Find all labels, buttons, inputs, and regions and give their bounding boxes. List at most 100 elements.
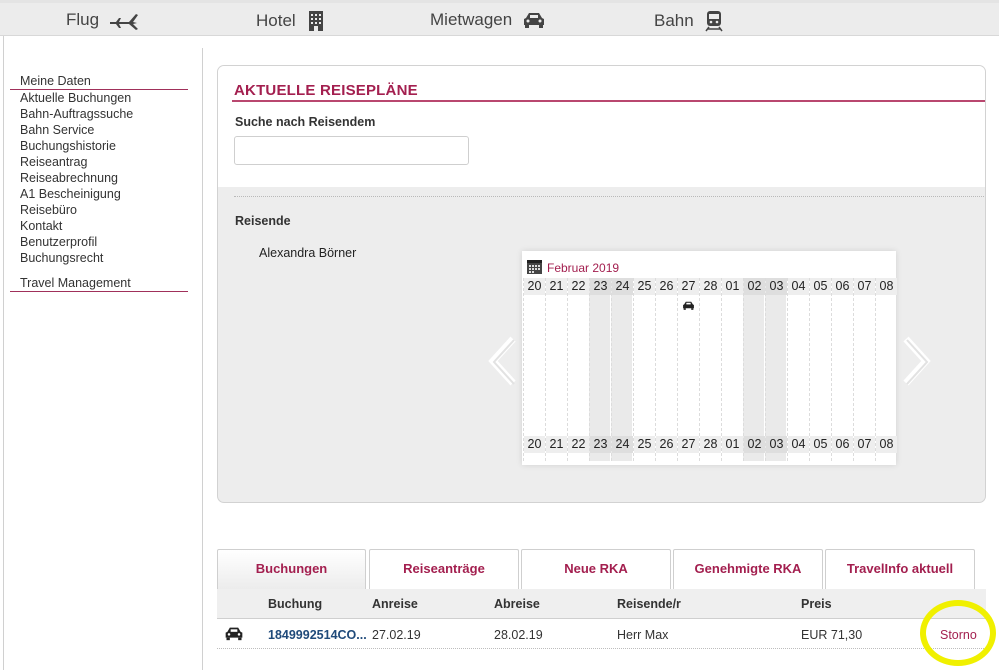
calendar-day-label: 24 (612, 278, 633, 295)
nav-flug-label: Flug (66, 10, 100, 29)
calendar-day-column[interactable]: 24 24 (611, 278, 633, 461)
calendar-day-column[interactable]: 27 27 (677, 278, 699, 461)
calendar-day-label: 22 (568, 436, 589, 453)
calendar-day-label: 07 (854, 436, 875, 453)
calendar-day-label: 25 (634, 436, 655, 453)
calendar-day-label: 07 (854, 278, 875, 295)
car-icon[interactable] (682, 298, 695, 316)
nav-mietwagen[interactable]: Mietwagen (430, 10, 546, 30)
frame-line-sidebar (202, 48, 203, 670)
calendar-day-label: 21 (546, 278, 567, 295)
sidebar-item-reiseabrechnung[interactable]: Reiseabrechnung (10, 170, 188, 186)
calendar-day-column[interactable]: 01 01 (721, 278, 743, 461)
train-icon (704, 10, 724, 32)
table-row[interactable]: 1849992514CO... 27.02.19 28.02.19 Herr M… (217, 620, 986, 649)
column-header-abreise[interactable]: Abreise (494, 597, 540, 611)
column-header-buchung[interactable]: Buchung (268, 597, 322, 611)
calendar-day-column[interactable]: 23 23 (589, 278, 611, 461)
calendar-day-label: 05 (810, 278, 831, 295)
trip-calendar: Februar 2019 20 20 21 21 22 22 23 23 24 24 25 25 26 2… (522, 251, 897, 465)
column-header-preis[interactable]: Preis (801, 597, 832, 611)
calendar-day-label: 24 (612, 436, 633, 453)
calendar-day-label: 20 (524, 278, 545, 295)
tab-buchungen[interactable]: Buchungen (217, 549, 366, 589)
column-header-reisende[interactable]: Reisende/r (617, 597, 681, 611)
sidebar-item-reiseantrag[interactable]: Reiseantrag (10, 154, 188, 170)
plane-icon (109, 10, 139, 30)
sidebar-item-bahn-service[interactable]: Bahn Service (10, 122, 188, 138)
calendar-day-label: 20 (524, 436, 545, 453)
calendar-day-label: 21 (546, 436, 567, 453)
sidebar-item-bahn-auftragssuche[interactable]: Bahn-Auftragssuche (10, 106, 188, 122)
calendar-day-column[interactable]: 03 03 (765, 278, 787, 461)
calendar-day-label: 25 (634, 278, 655, 295)
tab-genehmigte-rka[interactable]: Genehmigte RKA (673, 549, 823, 589)
sidebar-item-kontakt[interactable]: Kontakt (10, 218, 188, 234)
sidebar-item-buchungshistorie[interactable]: Buchungshistorie (10, 138, 188, 154)
calendar-day-label: 04 (788, 436, 809, 453)
calendar-day-column[interactable]: 22 22 (567, 278, 589, 461)
cell-abreise: 28.02.19 (494, 628, 543, 642)
storno-link[interactable]: Storno (940, 628, 977, 642)
calendar-day-column[interactable]: 05 05 (809, 278, 831, 461)
nav-flug[interactable]: Flug (66, 10, 139, 30)
calendar-icon (526, 258, 543, 278)
calendar-day-label: 26 (656, 436, 677, 453)
calendar-day-column[interactable]: 06 06 (831, 278, 853, 461)
calendar-prev-arrow[interactable] (487, 336, 517, 391)
sidebar-item-aktuelle-buchungen[interactable]: Aktuelle Buchungen (10, 90, 188, 106)
booking-number-link[interactable]: 1849992514CO... (268, 628, 367, 642)
calendar-day-label: 01 (722, 278, 743, 295)
sidebar-item-a1-bescheinigung[interactable]: A1 Bescheinigung (10, 186, 188, 202)
cell-reisende: Herr Max (617, 628, 669, 642)
calendar-day-label: 28 (700, 278, 721, 295)
tab-travelinfo-aktuell[interactable]: TravelInfo aktuell (825, 549, 975, 589)
bookings-tabs: Buchungen Reiseanträge Neue RKA Genehmig… (217, 549, 986, 589)
calendar-next-arrow[interactable] (902, 336, 932, 391)
travel-plans-panel: AKTUELLE REISEPLÄNE Suche nach Reisendem… (217, 65, 986, 503)
cell-preis: EUR 71,30 (801, 628, 863, 642)
calendar-day-column[interactable]: 04 04 (787, 278, 809, 461)
calendar-day-column[interactable]: 28 28 (699, 278, 721, 461)
calendar-day-column[interactable]: 20 20 (523, 278, 545, 461)
calendar-day-label: 06 (832, 278, 853, 295)
calendar-day-label: 23 (590, 436, 611, 453)
calendar-day-label: 06 (832, 436, 853, 453)
calendar-day-label: 04 (788, 278, 809, 295)
traveler-search-input[interactable] (234, 136, 469, 165)
nav-hotel-label: Hotel (256, 11, 296, 30)
nav-hotel[interactable]: Hotel (256, 10, 326, 32)
calendar-day-label: 01 (722, 436, 743, 453)
traveler-name[interactable]: Alexandra Börner (259, 246, 356, 260)
calendar-day-label: 27 (678, 436, 699, 453)
sidebar-section-meine-daten[interactable]: Meine Daten (10, 74, 188, 90)
calendar-month: Februar 2019 (526, 258, 619, 278)
column-header-anreise[interactable]: Anreise (372, 597, 418, 611)
tab-neue-rka[interactable]: Neue RKA (521, 549, 671, 589)
calendar-day-label: 27 (678, 278, 699, 295)
calendar-day-column[interactable]: 26 26 (655, 278, 677, 461)
title-underline (232, 100, 985, 102)
nav-bahn[interactable]: Bahn (654, 10, 724, 32)
top-navigation: Flug Hotel Mietwagen Bahn (0, 0, 999, 36)
search-label: Suche nach Reisendem (235, 115, 376, 129)
car-icon (522, 11, 546, 29)
sidebar-item-benutzerprofil[interactable]: Benutzerprofil (10, 234, 188, 250)
nav-bahn-label: Bahn (654, 11, 694, 30)
calendar-day-label: 03 (766, 278, 787, 295)
calendar-day-column[interactable]: 25 25 (633, 278, 655, 461)
calendar-day-column[interactable]: 08 08 (875, 278, 897, 461)
calendar-day-label: 08 (876, 436, 897, 453)
sidebar-item-buchungsrecht[interactable]: Buchungsrecht (10, 250, 188, 266)
sidebar-section-travel-management[interactable]: Travel Management (10, 276, 188, 292)
car-icon (224, 626, 244, 644)
bookings-table-header: Buchung Anreise Abreise Reisende/r Preis (217, 589, 986, 619)
calendar-day-label: 03 (766, 436, 787, 453)
sidebar-item-reisebuero[interactable]: Reisebüro (10, 202, 188, 218)
calendar-day-column[interactable]: 21 21 (545, 278, 567, 461)
calendar-day-label: 26 (656, 278, 677, 295)
tab-reiseantraege[interactable]: Reiseanträge (369, 549, 519, 589)
frame-line-left (3, 36, 4, 670)
calendar-day-column[interactable]: 07 07 (853, 278, 875, 461)
calendar-day-column[interactable]: 02 02 (743, 278, 765, 461)
